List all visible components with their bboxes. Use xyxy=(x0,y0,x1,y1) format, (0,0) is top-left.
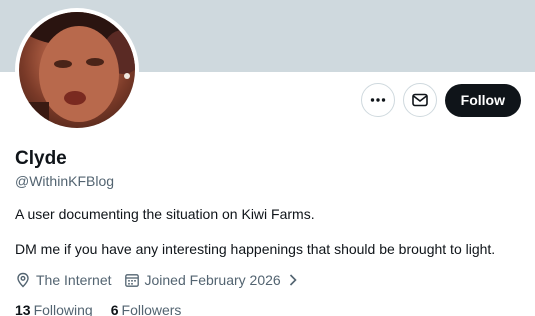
follow-button[interactable]: Follow xyxy=(444,83,521,117)
envelope-icon xyxy=(411,93,428,107)
calendar-icon xyxy=(124,274,139,287)
avatar-photo xyxy=(19,12,135,128)
chevron-right-icon[interactable] xyxy=(287,273,299,287)
location-item: The Internet xyxy=(15,271,112,289)
profile-bio: A user documenting the situation on Kiwi… xyxy=(15,205,520,258)
followers-label: Followers xyxy=(121,302,182,316)
following-count: 13 xyxy=(15,302,31,316)
following-label: Following xyxy=(33,302,93,316)
more-horizontal-icon xyxy=(370,98,385,102)
following-link[interactable]: 13 Following xyxy=(15,301,93,316)
avatar-face-image xyxy=(19,12,135,128)
user-handle: @WithinKFBlog xyxy=(15,173,115,189)
follow-stats: 13 Following 6 Followers xyxy=(15,301,520,316)
joined-text: Joined February 2026 xyxy=(144,272,281,288)
profile-info: Clyde @WithinKFBlog A user documenting t… xyxy=(15,146,520,316)
location-pin-icon xyxy=(17,272,29,288)
more-options-button[interactable] xyxy=(360,83,395,117)
message-button[interactable] xyxy=(402,83,437,117)
profile-meta: The Internet Joined February 2026 xyxy=(15,271,520,289)
followers-link[interactable]: 6 Followers xyxy=(111,301,182,316)
joined-item[interactable]: Joined February 2026 xyxy=(124,271,281,289)
bio-line: A user documenting the situation on Kiwi… xyxy=(15,206,315,222)
bio-line: DM me if you have any interesting happen… xyxy=(15,241,496,257)
location-text: The Internet xyxy=(36,272,112,288)
profile-actions: Follow xyxy=(360,83,521,117)
followers-count: 6 xyxy=(110,302,119,316)
avatar[interactable] xyxy=(15,8,139,132)
display-name: Clyde xyxy=(15,148,67,169)
